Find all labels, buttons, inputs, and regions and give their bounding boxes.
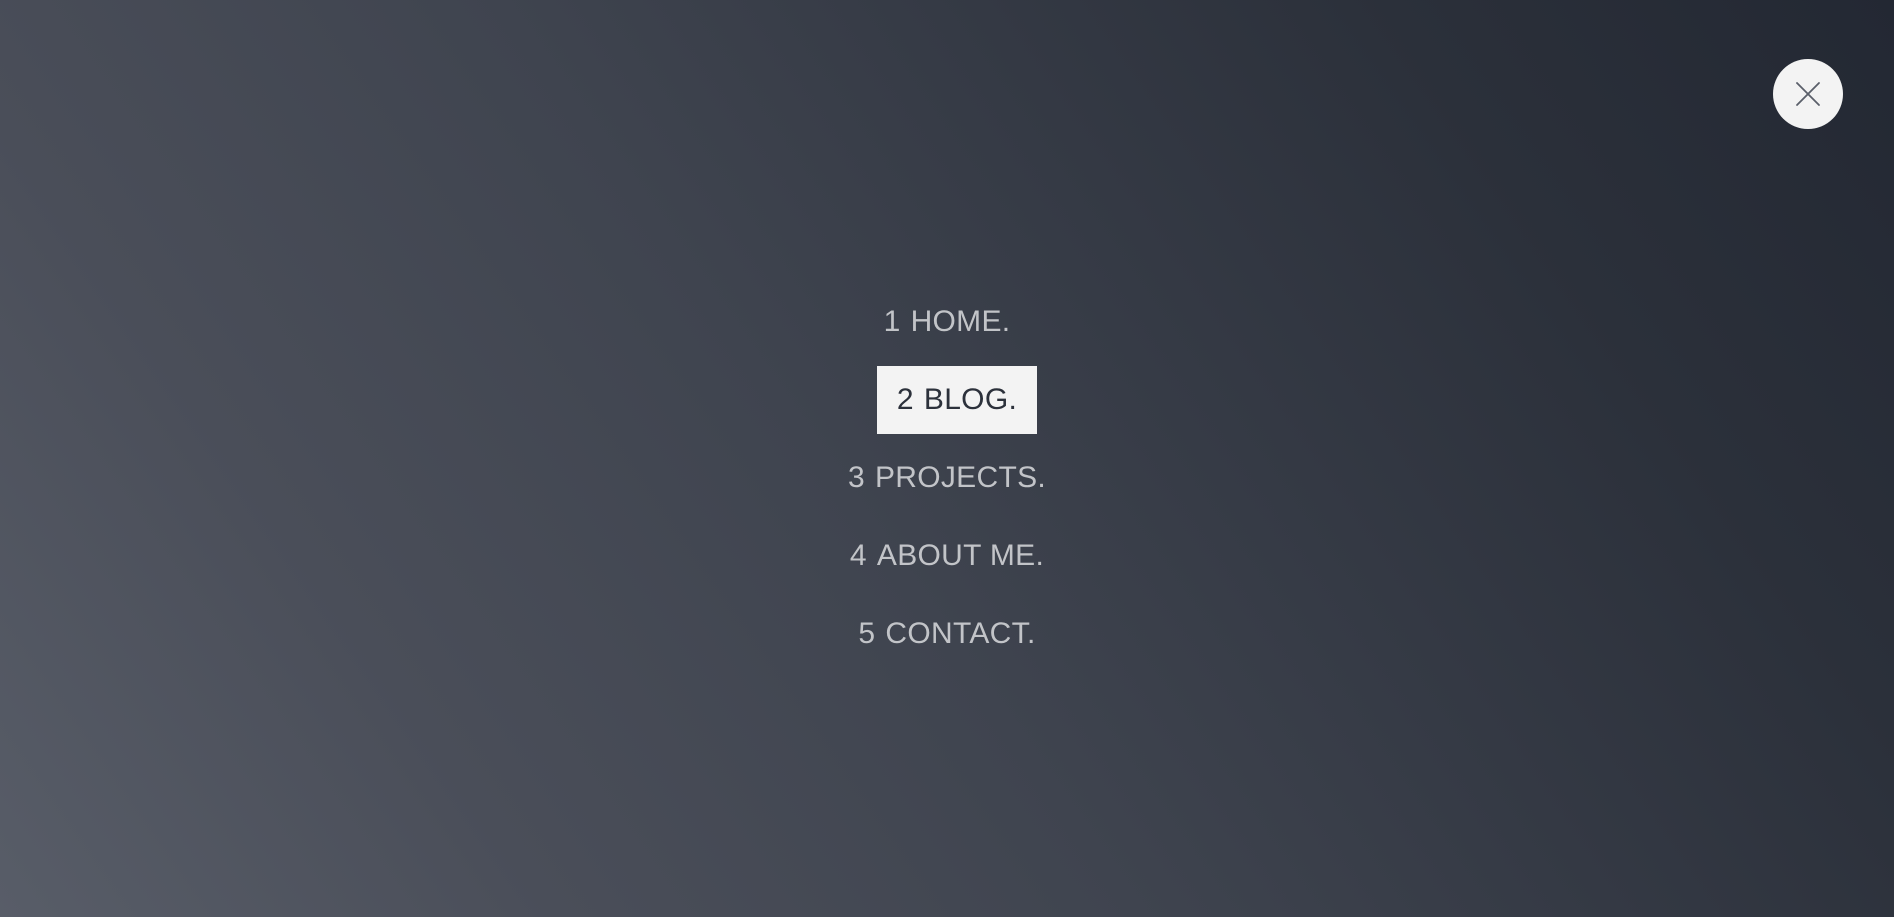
nav-item-label: CONTACT. (885, 617, 1036, 650)
close-button[interactable] (1773, 59, 1843, 129)
nav-item-home[interactable]: 1 HOME. (884, 288, 1011, 356)
nav-item-label: HOME. (910, 305, 1011, 338)
nav-item-number: 4 (849, 539, 867, 572)
close-icon (1796, 82, 1820, 106)
nav-item-label: BLOG. (923, 383, 1018, 416)
menu-overlay: 1 HOME. 2 BLOG. 3 PROJECTS. 4 ABOUT ME. … (0, 0, 1894, 917)
nav-item-label: PROJECTS. (874, 461, 1047, 494)
nav-item-contact[interactable]: 5 CONTACT. (858, 600, 1035, 668)
nav-item-about-me[interactable]: 4 ABOUT ME. (850, 522, 1044, 590)
main-nav: 1 HOME. 2 BLOG. 3 PROJECTS. 4 ABOUT ME. … (0, 288, 1894, 678)
nav-item-number: 2 (896, 383, 914, 416)
nav-item-label: ABOUT ME. (876, 539, 1045, 572)
nav-item-number: 3 (847, 461, 865, 494)
nav-item-blog[interactable]: 2 BLOG. (876, 366, 1038, 434)
nav-item-number: 1 (883, 305, 901, 338)
nav-item-number: 5 (858, 617, 876, 650)
nav-item-projects[interactable]: 3 PROJECTS. (848, 444, 1046, 512)
